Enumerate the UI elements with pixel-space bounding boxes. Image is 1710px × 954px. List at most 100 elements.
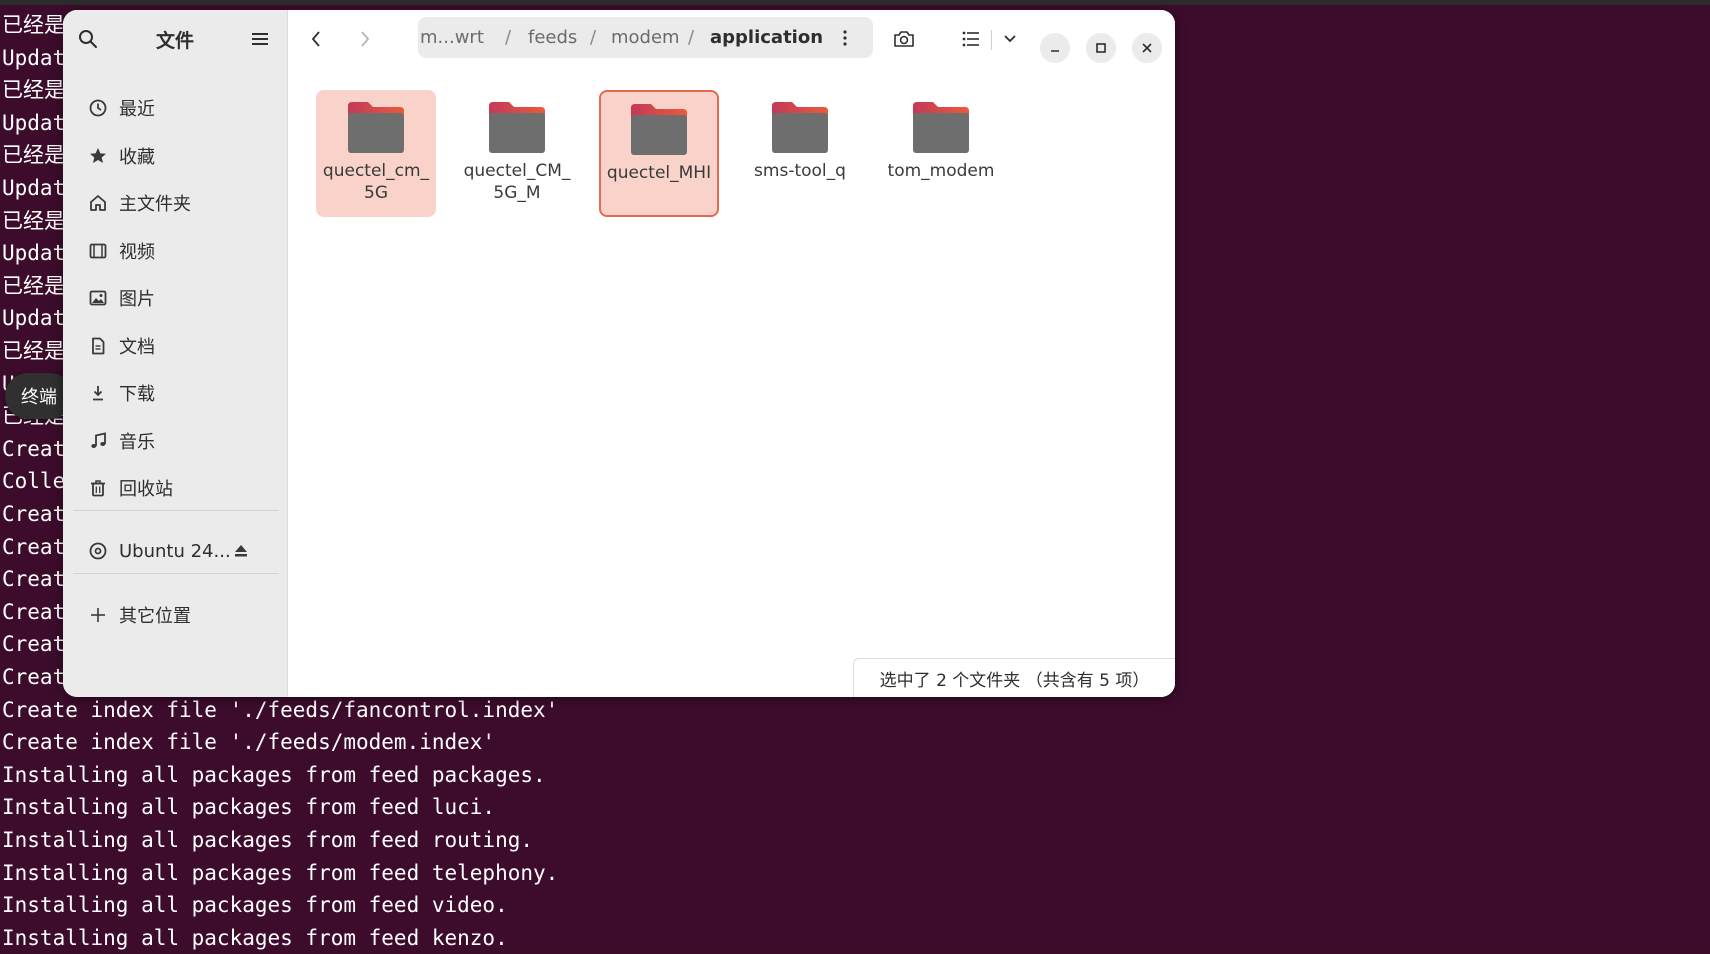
maximize-button[interactable] xyxy=(1086,33,1116,63)
folder-item[interactable]: quectel_CM_5G_M xyxy=(457,90,577,217)
document-icon xyxy=(87,335,109,357)
sidebar-item-downloads[interactable]: 下载 xyxy=(73,373,279,413)
sidebar-item-starred[interactable]: 收藏 xyxy=(73,136,279,176)
sidebar-item-trash[interactable]: 回收站 xyxy=(73,468,279,508)
breadcrumb-separator: / xyxy=(590,27,597,48)
terminal-line: 已经是 xyxy=(2,339,65,363)
trash-icon xyxy=(87,477,109,499)
terminal-line: Creat xyxy=(2,665,66,689)
sidebar-item-videos[interactable]: 视频 xyxy=(73,231,279,271)
folder-icon xyxy=(631,104,687,155)
eject-icon[interactable] xyxy=(233,543,249,559)
breadcrumb-separator: / xyxy=(505,27,512,48)
maximize-icon xyxy=(1096,43,1106,53)
terminal-line: Updat xyxy=(2,306,66,331)
terminal-line: Creat xyxy=(2,436,66,461)
folder-item[interactable]: sms-tool_q xyxy=(740,90,860,217)
star-icon xyxy=(87,145,109,167)
folder-item[interactable]: quectel_cm_5G xyxy=(316,90,436,217)
terminal-line: Installing all packages from feed teleph… xyxy=(2,860,559,885)
chevron-down-icon xyxy=(1004,35,1016,43)
sidebar-item-documents[interactable]: 文档 xyxy=(73,326,279,366)
chevron-right-icon xyxy=(361,31,370,47)
music-icon xyxy=(87,430,109,452)
folder-name: sms-tool_q xyxy=(754,161,846,181)
folder-icon xyxy=(913,102,969,153)
sidebar-item-home[interactable]: 主文件夹 xyxy=(73,183,279,223)
terminal-line: Updat xyxy=(2,110,66,135)
hamburger-menu-icon xyxy=(252,33,268,45)
terminal-line: Installing all packages from feed video. xyxy=(2,893,508,918)
folder-name: quectel_cm_5G xyxy=(322,161,430,203)
sidebar-separator xyxy=(73,510,279,511)
sidebar-item-label: 收藏 xyxy=(119,147,155,168)
list-view-icon xyxy=(962,31,979,47)
breadcrumb-mwrt[interactable]: m...wrt xyxy=(420,27,484,48)
terminal-line: Installing all packages from feed routin… xyxy=(2,828,534,852)
sidebar-item-music[interactable]: 音乐 xyxy=(73,421,279,461)
terminal-line: Creat xyxy=(2,599,66,624)
sidebar-item-recent[interactable]: 最近 xyxy=(73,88,279,128)
download-icon xyxy=(87,382,109,404)
folder-icon xyxy=(772,102,828,153)
sidebar-item-label: 最近 xyxy=(119,99,155,120)
terminal-line: Create index file './feeds/fancontrol.in… xyxy=(2,697,559,722)
clock-icon xyxy=(87,97,109,119)
breadcrumb-separator: / xyxy=(688,27,695,48)
close-icon xyxy=(1142,43,1152,53)
terminal-line: Updat xyxy=(2,176,66,200)
sidebar-header: 文件 xyxy=(63,10,287,68)
terminal-line: Colle xyxy=(2,469,66,494)
folder-item[interactable]: quectel_MHI xyxy=(599,90,719,217)
terminal-line: 已经是 xyxy=(2,143,65,168)
toolbar-divider xyxy=(991,30,992,50)
terminal-line: 已经是 xyxy=(2,78,65,103)
forward-button[interactable] xyxy=(350,24,380,54)
minimize-icon xyxy=(1051,50,1059,52)
terminal-line: Creat xyxy=(2,534,66,559)
folder-name: quectel_CM_5G_M xyxy=(463,161,571,203)
back-button[interactable] xyxy=(301,24,331,54)
terminal-line: Installing all packages from feed luci. xyxy=(2,795,496,820)
path-menu-button[interactable] xyxy=(830,23,860,53)
camera-search-icon xyxy=(894,31,914,47)
close-button[interactable] xyxy=(1132,33,1162,63)
home-icon xyxy=(87,192,109,214)
folder-icon xyxy=(489,102,545,153)
sidebar-item-label: 音乐 xyxy=(119,432,155,453)
image-icon xyxy=(87,287,109,309)
terminal-line: Installing all packages from feed packag… xyxy=(2,762,546,787)
status-bar: 选中了 2 个文件夹 （共含有 5 项） xyxy=(853,658,1175,697)
minimize-button[interactable] xyxy=(1040,33,1070,63)
sidebar: 文件 最近 收藏 主文件夹 视频 图片 文档 下载 音乐 回收站 Ubuntu … xyxy=(63,10,288,697)
folder-icon xyxy=(348,102,404,153)
path-bar[interactable]: m...wrt / feeds / modem / application xyxy=(418,17,873,58)
breadcrumb-application[interactable]: application xyxy=(710,27,823,48)
sidebar-item-label: 文档 xyxy=(119,337,155,358)
sidebar-item-label: 视频 xyxy=(119,242,155,263)
sidebar-item-other-locations[interactable]: 其它位置 xyxy=(73,595,279,635)
search-files-button[interactable] xyxy=(888,23,920,55)
folder-name: tom_modem xyxy=(887,161,995,181)
folder-item[interactable]: tom_modem xyxy=(881,90,1001,217)
sidebar-item-label: 回收站 xyxy=(119,479,173,500)
terminal-line: Create index file './feeds/modem.index' xyxy=(2,730,496,755)
plus-icon xyxy=(87,604,109,626)
main-area: m...wrt / feeds / modem / application qu… xyxy=(288,10,1175,697)
breadcrumb-modem[interactable]: modem xyxy=(611,27,680,48)
sidebar-item-label: 下载 xyxy=(119,384,155,405)
terminal-line: Installing all packages from feed kenzo. xyxy=(2,925,508,950)
terminal-line: 已经是 xyxy=(2,13,65,37)
sidebar-item-pictures[interactable]: 图片 xyxy=(73,278,279,318)
breadcrumb-feeds[interactable]: feeds xyxy=(528,27,577,48)
sidebar-item-label: 其它位置 xyxy=(119,606,191,627)
terminal-line: Updat xyxy=(2,45,66,70)
terminal-line: 已经是 xyxy=(2,273,65,298)
terminal-line: Updat xyxy=(2,241,66,266)
sidebar-item-label: 图片 xyxy=(119,289,155,310)
chevron-left-icon xyxy=(311,31,320,47)
list-view-button[interactable] xyxy=(955,23,987,55)
sidebar-menu-button[interactable] xyxy=(245,24,275,54)
view-options-button[interactable] xyxy=(996,23,1024,55)
sidebar-item-ubuntu-device[interactable]: Ubuntu 24... xyxy=(73,531,279,571)
